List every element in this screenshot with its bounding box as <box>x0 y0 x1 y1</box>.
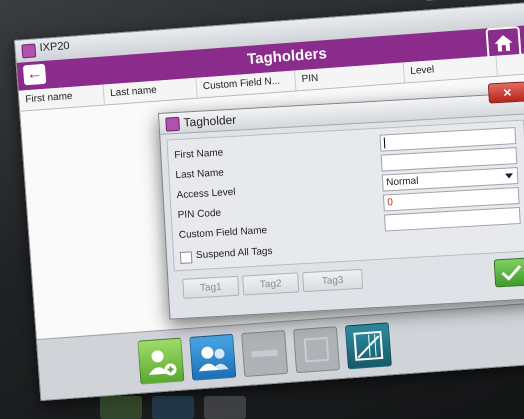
tagholders-button[interactable] <box>189 333 237 381</box>
pin-code-label: PIN Code <box>177 207 222 222</box>
custom-field-input[interactable] <box>384 206 521 232</box>
ok-button[interactable] <box>493 257 524 288</box>
report-icon <box>353 330 384 361</box>
dialog-app-icon <box>165 116 181 132</box>
reflection-blue <box>152 396 194 419</box>
minimize-button[interactable]: ▭ <box>423 0 454 1</box>
tag3-button[interactable]: Tag3 <box>302 268 364 293</box>
app-icon <box>21 43 37 59</box>
remove-disabled-icon <box>251 349 278 358</box>
dialog-title: Tagholder <box>183 112 237 130</box>
report-button[interactable] <box>344 322 392 370</box>
tagholder-dialog: Tagholder ✕ First Name Last Name Access … <box>158 81 524 320</box>
disabled-icon <box>303 336 330 363</box>
add-tagholder-icon <box>148 350 177 376</box>
tag2-button[interactable]: Tag2 <box>242 272 300 296</box>
remove-button-disabled <box>241 329 289 378</box>
window-title: IXP20 <box>39 39 70 55</box>
tagholders-icon <box>198 346 229 372</box>
reflection-green <box>100 396 142 419</box>
access-level-value: Normal <box>385 175 419 189</box>
caption-buttons: ▭ ▢ ✕ <box>423 0 517 1</box>
chevron-down-icon <box>504 173 514 179</box>
first-name-label: First Name <box>174 147 224 162</box>
disabled-button <box>292 326 341 374</box>
tag1-button[interactable]: Tag1 <box>182 275 240 299</box>
access-level-label: Access Level <box>176 186 236 202</box>
reflection-gray <box>204 396 246 419</box>
add-tagholder-button[interactable] <box>137 337 185 385</box>
last-name-label: Last Name <box>175 167 225 182</box>
checkmark-icon <box>501 265 522 281</box>
home-icon <box>494 35 513 52</box>
tagholder-form: First Name Last Name Access Level Normal… <box>166 119 524 272</box>
suspend-all-tags-checkbox[interactable] <box>179 251 193 264</box>
suspend-all-tags-label: Suspend All Tags <box>195 245 273 262</box>
custom-field-label: Custom Field Name <box>178 225 268 242</box>
toolbar-reflection <box>100 396 400 419</box>
dialog-close-button[interactable]: ✕ <box>487 81 524 104</box>
